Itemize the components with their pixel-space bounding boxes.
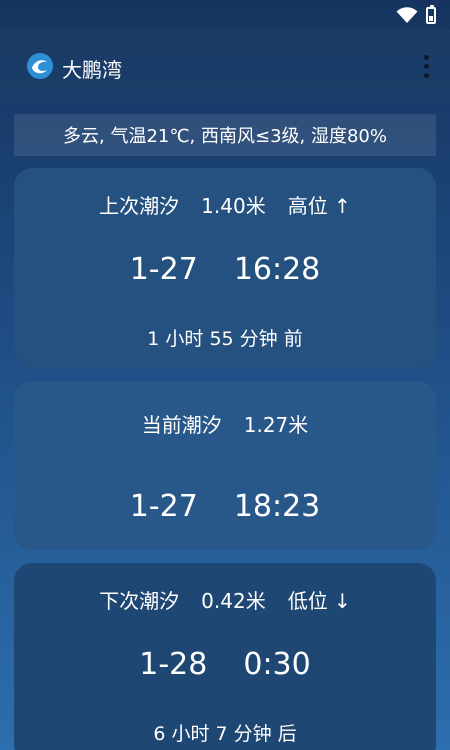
more-options-button[interactable]: [416, 48, 436, 84]
menu-dot: [423, 72, 429, 78]
previous-tide-height: 1.40米: [201, 194, 266, 218]
current-tide-card[interactable]: 当前潮汐 1.27米 1-27 18:23: [14, 381, 436, 550]
more-vertical-icon: [423, 54, 429, 60]
status-icons: [396, 4, 436, 24]
previous-tide-date: 1-27: [129, 252, 198, 287]
previous-tide-type: 高位 ↑: [287, 194, 351, 218]
status-bar: [0, 0, 450, 30]
menu-dot: [423, 63, 429, 69]
app-bar: 大鹏湾: [0, 30, 450, 104]
previous-tide-header: 上次潮汐 1.40米 高位 ↑: [14, 190, 436, 219]
next-tide-card[interactable]: 下次潮汐 0.42米 低位 ↓ 1-28 0:30 6 小时 7 分钟 后: [14, 563, 436, 750]
next-tide-header: 下次潮汐 0.42米 低位 ↓: [14, 585, 436, 614]
next-tide-time: 0:30: [243, 647, 311, 682]
next-tide-relative: 6 小时 7 分钟 后: [153, 723, 297, 745]
previous-tide-time: 16:28: [233, 252, 321, 287]
next-tide-type: 低位 ↓: [287, 589, 351, 613]
current-tide-datetime: 1-27 18:23: [14, 489, 436, 524]
current-tide-height: 1.27米: [243, 413, 309, 437]
previous-tide-datetime: 1-27 16:28: [14, 252, 436, 287]
next-tide-label: 下次潮汐: [99, 589, 180, 613]
next-tide-date: 1-28: [139, 647, 208, 682]
current-tide-date: 1-27: [129, 489, 198, 524]
battery-icon: [426, 4, 436, 24]
previous-tide-relative: 1 小时 55 分钟 前: [147, 328, 303, 350]
current-tide-header: 当前潮汐 1.27米: [14, 409, 436, 438]
next-tide-datetime: 1-28 0:30: [14, 647, 436, 682]
weather-summary: 多云, 气温21℃, 西南风≤3级, 湿度80%: [14, 114, 436, 156]
wave-logo-icon: [26, 52, 54, 80]
current-tide-label: 当前潮汐: [141, 413, 222, 437]
wifi-icon: [396, 6, 418, 24]
next-tide-height: 0.42米: [201, 589, 266, 613]
previous-tide-card[interactable]: 上次潮汐 1.40米 高位 ↑ 1-27 16:28 1 小时 55 分钟 前: [14, 168, 436, 368]
current-tide-time: 18:23: [233, 489, 321, 524]
app-title: 大鹏湾: [62, 58, 122, 82]
previous-tide-label: 上次潮汐: [99, 194, 180, 218]
